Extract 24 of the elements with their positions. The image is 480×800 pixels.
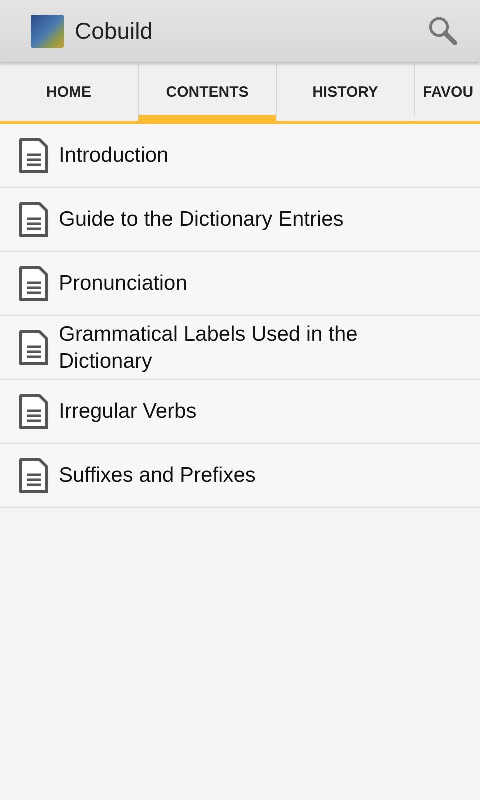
search-icon[interactable] [428,16,458,46]
document-icon [19,202,49,238]
contents-title: Pronunciation [59,271,188,297]
document-icon [19,330,49,366]
contents-title: Grammatical Labels Used in the Dictionary [59,322,359,374]
contents-title: Introduction [59,143,169,169]
contents-item[interactable]: Irregular Verbs [0,380,480,444]
contents-title: Irregular Verbs [59,399,197,425]
app-title: Cobuild [75,18,154,44]
document-icon [19,138,49,174]
contents-title: Suffixes and Prefixes [59,463,256,489]
tab[interactable]: FAVOU [414,64,479,121]
document-icon [19,458,49,494]
tab[interactable]: HISTORY [276,64,414,121]
contents-item[interactable]: Guide to the Dictionary Entries [0,188,480,252]
contents-item[interactable]: Suffixes and Prefixes [0,444,480,508]
tab[interactable]: HOME [0,64,138,121]
app-logo-icon[interactable] [31,14,64,48]
document-icon [19,394,49,430]
contents-title: Guide to the Dictionary Entries [59,207,344,233]
contents-item[interactable]: Introduction [0,124,480,188]
document-icon [19,266,49,302]
contents-item[interactable]: Pronunciation [0,252,480,316]
contents-item[interactable]: Grammatical Labels Used in the Dictionary [0,316,480,380]
